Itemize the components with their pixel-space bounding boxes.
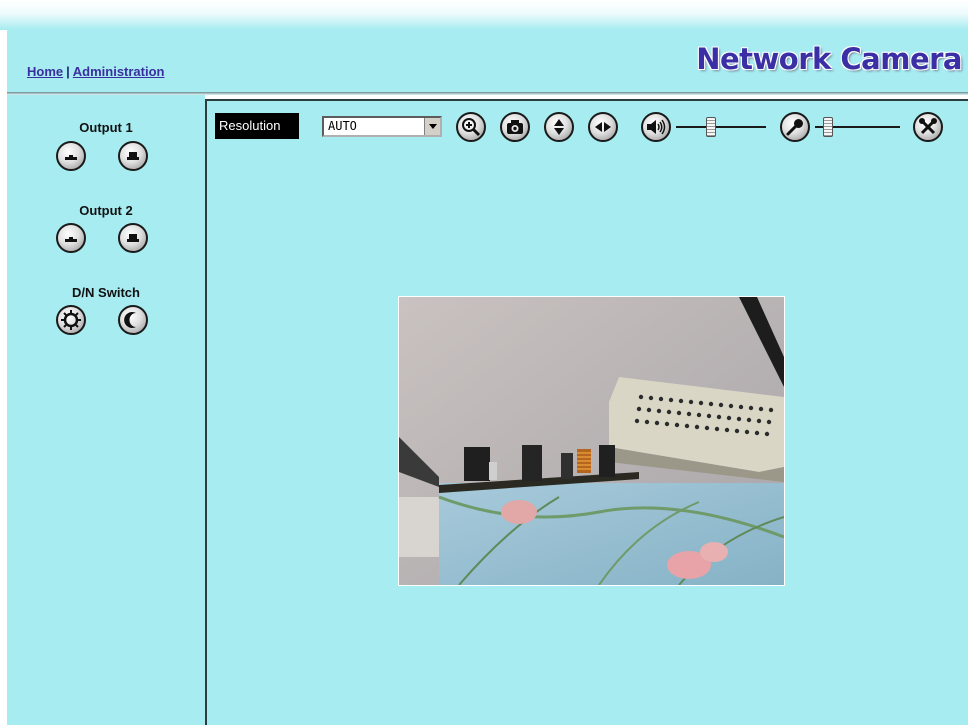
microphone-icon bbox=[786, 119, 803, 136]
output1-on-button[interactable] bbox=[118, 141, 148, 171]
resolution-label: Resolution bbox=[215, 113, 299, 139]
brand-title: Network Camera bbox=[696, 42, 962, 76]
camera-video-feed[interactable] bbox=[398, 296, 785, 586]
snapshot-button[interactable] bbox=[500, 112, 530, 142]
flip-vertical-button[interactable] bbox=[544, 112, 574, 142]
sun-icon bbox=[61, 310, 81, 330]
output2-label: Output 2 bbox=[79, 203, 133, 218]
live-video-image bbox=[399, 297, 785, 586]
main-left-border bbox=[205, 99, 207, 725]
speaker-button[interactable] bbox=[641, 112, 671, 142]
tools-icon bbox=[919, 118, 937, 135]
sidebar: Output 1 Output 2 D/N Switch bbox=[7, 95, 205, 725]
speaker-icon bbox=[647, 119, 666, 135]
nav-separator: | bbox=[66, 64, 70, 79]
microphone-volume-slider[interactable] bbox=[815, 115, 900, 139]
output1-off-button[interactable] bbox=[56, 141, 86, 171]
flip-horizontal-button[interactable] bbox=[588, 112, 618, 142]
output2-on-button[interactable] bbox=[118, 223, 148, 253]
zoom-in-icon bbox=[462, 118, 481, 137]
main-top-border bbox=[205, 99, 968, 101]
vertical-arrows-icon bbox=[554, 119, 564, 135]
microphone-button[interactable] bbox=[780, 112, 810, 142]
output-off-icon bbox=[65, 237, 77, 242]
output-on-icon bbox=[127, 152, 139, 160]
home-link[interactable]: Home bbox=[27, 64, 63, 79]
settings-button[interactable] bbox=[913, 112, 943, 142]
administration-link[interactable]: Administration bbox=[73, 64, 165, 79]
camera-icon bbox=[507, 120, 523, 134]
dn-switch-label: D/N Switch bbox=[72, 285, 140, 300]
speaker-slider-track bbox=[676, 126, 766, 128]
night-mode-button[interactable] bbox=[118, 305, 148, 335]
chevron-down-icon[interactable] bbox=[424, 118, 440, 135]
speaker-slider-thumb[interactable] bbox=[706, 117, 716, 137]
horizontal-arrows-icon bbox=[595, 122, 611, 132]
speaker-volume-slider[interactable] bbox=[676, 115, 766, 139]
resolution-value: AUTO bbox=[328, 119, 357, 133]
output-on-icon bbox=[127, 234, 139, 242]
resolution-select[interactable]: AUTO bbox=[322, 116, 442, 137]
zoom-button[interactable] bbox=[456, 112, 486, 142]
output-off-icon bbox=[65, 155, 77, 160]
day-mode-button[interactable] bbox=[56, 305, 86, 335]
top-gradient bbox=[0, 0, 968, 30]
output1-label: Output 1 bbox=[79, 120, 133, 135]
output2-off-button[interactable] bbox=[56, 223, 86, 253]
moon-icon bbox=[124, 312, 136, 328]
microphone-slider-thumb[interactable] bbox=[823, 117, 833, 137]
top-nav: Home | Administration bbox=[27, 64, 165, 79]
